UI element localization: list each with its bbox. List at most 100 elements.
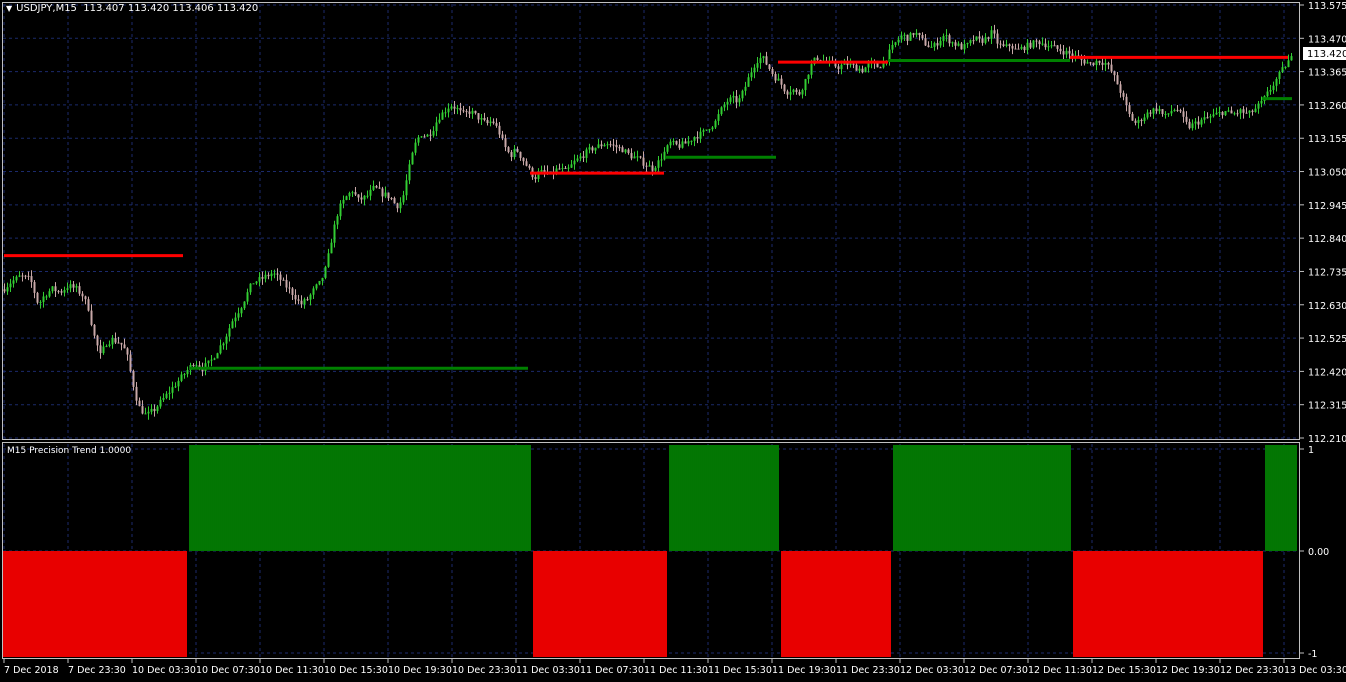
candle-body xyxy=(576,158,579,161)
candle-body xyxy=(1176,109,1179,111)
candle-body xyxy=(1140,119,1143,122)
time-tick-label: 12 Dec 11:30 xyxy=(1028,665,1092,676)
candle-body xyxy=(45,296,48,298)
candle-body xyxy=(501,134,504,139)
candle-body xyxy=(459,108,462,111)
candle-body xyxy=(792,89,795,93)
candle-body xyxy=(1236,113,1239,115)
candle-body xyxy=(573,160,576,165)
candle-body xyxy=(888,49,891,61)
candle-body xyxy=(1029,42,1032,48)
candle-body xyxy=(417,137,420,143)
candle-body xyxy=(1068,50,1071,54)
candle-body xyxy=(1197,121,1200,125)
candle-body xyxy=(849,63,852,66)
candle-body xyxy=(426,134,429,137)
candle-body xyxy=(1221,111,1224,116)
candle-body xyxy=(1101,62,1104,65)
candle-body xyxy=(261,277,264,279)
candle-body xyxy=(951,42,954,44)
candle-body xyxy=(1179,110,1182,112)
candle-body xyxy=(108,344,111,346)
candle-body xyxy=(1035,40,1038,42)
candle-body xyxy=(900,35,903,40)
candle-body xyxy=(1005,44,1008,47)
candle-body xyxy=(396,203,399,209)
candle-body xyxy=(462,110,465,112)
candle-body xyxy=(1017,48,1020,50)
price-tick-label: 113.155 xyxy=(1308,134,1346,145)
candle-body xyxy=(1128,105,1131,114)
candle-body xyxy=(60,291,63,293)
candle-body xyxy=(1032,40,1035,48)
candle-body xyxy=(477,113,480,120)
candle-body xyxy=(1125,96,1128,106)
time-tick-label: 10 Dec 03:30 xyxy=(132,665,196,676)
candle-body xyxy=(132,370,135,387)
candle-body xyxy=(153,408,156,412)
current-price-marker: 113.420 xyxy=(1303,47,1346,60)
candle-body xyxy=(1164,113,1167,115)
candle-body xyxy=(99,345,102,354)
candle-body xyxy=(1044,43,1047,48)
candle-body xyxy=(1284,67,1287,69)
candle-body xyxy=(363,195,366,200)
time-tick-label: 7 Dec 2018 xyxy=(4,665,59,676)
candle-body xyxy=(231,321,234,329)
candle-body xyxy=(1113,71,1116,76)
candle-body xyxy=(876,63,879,68)
candle-body xyxy=(1014,48,1017,50)
candle-body xyxy=(207,360,210,364)
candle-body xyxy=(672,141,675,143)
price-tick-label: 112.630 xyxy=(1308,301,1346,312)
price-tick-label: 113.050 xyxy=(1308,168,1346,179)
candle-body xyxy=(456,108,459,110)
candle-body xyxy=(930,46,933,48)
candle-body xyxy=(228,328,231,337)
indicator-title: M15 Precision Trend 1.0000 xyxy=(7,446,132,456)
candle-body xyxy=(357,194,360,198)
candle-body xyxy=(1257,103,1260,109)
candle-body xyxy=(384,192,387,197)
candle-body xyxy=(1254,108,1257,112)
candle-body xyxy=(492,121,495,124)
candle-body xyxy=(1095,60,1098,66)
candle-body xyxy=(69,284,72,289)
candle-body xyxy=(171,387,174,393)
candle-body xyxy=(390,198,393,200)
candle-body xyxy=(1053,45,1056,47)
candle-body xyxy=(759,58,762,64)
candle-body xyxy=(720,107,723,115)
candle-body xyxy=(621,147,624,153)
candle-body xyxy=(651,165,654,171)
candle-body xyxy=(693,137,696,141)
candle-body xyxy=(1116,75,1119,85)
candle-body xyxy=(444,112,447,114)
candle-body xyxy=(1149,112,1152,114)
candle-body xyxy=(954,42,957,46)
candle-body xyxy=(468,111,471,114)
candle-body xyxy=(798,92,801,95)
candle-body xyxy=(999,43,1002,45)
candle-body xyxy=(639,156,642,158)
candle-body xyxy=(1185,116,1188,122)
dropdown-triangle-icon[interactable]: ▼ xyxy=(6,4,12,13)
candle-body xyxy=(1065,50,1068,55)
price-tick-label: 112.525 xyxy=(1308,334,1346,345)
candle-body xyxy=(39,302,42,304)
candle-body xyxy=(753,67,756,73)
candle-body xyxy=(126,348,129,355)
indicator-tick-label: 0.00 xyxy=(1308,547,1329,558)
candle-body xyxy=(960,43,963,50)
candle-body xyxy=(312,288,315,295)
candle-body xyxy=(747,77,750,87)
price-tick-label: 112.840 xyxy=(1308,234,1346,245)
candle-body xyxy=(1038,41,1041,45)
candle-body xyxy=(699,131,702,139)
candle-body xyxy=(129,354,132,371)
candle-body xyxy=(159,399,162,407)
candle-body xyxy=(1227,110,1230,112)
chart-canvas[interactable]: 113.575 113.470 113.365 113.260 113.155 113.0… xyxy=(0,0,1346,682)
indicator-tick-label: -1 xyxy=(1308,649,1317,660)
candle-body xyxy=(738,98,741,103)
